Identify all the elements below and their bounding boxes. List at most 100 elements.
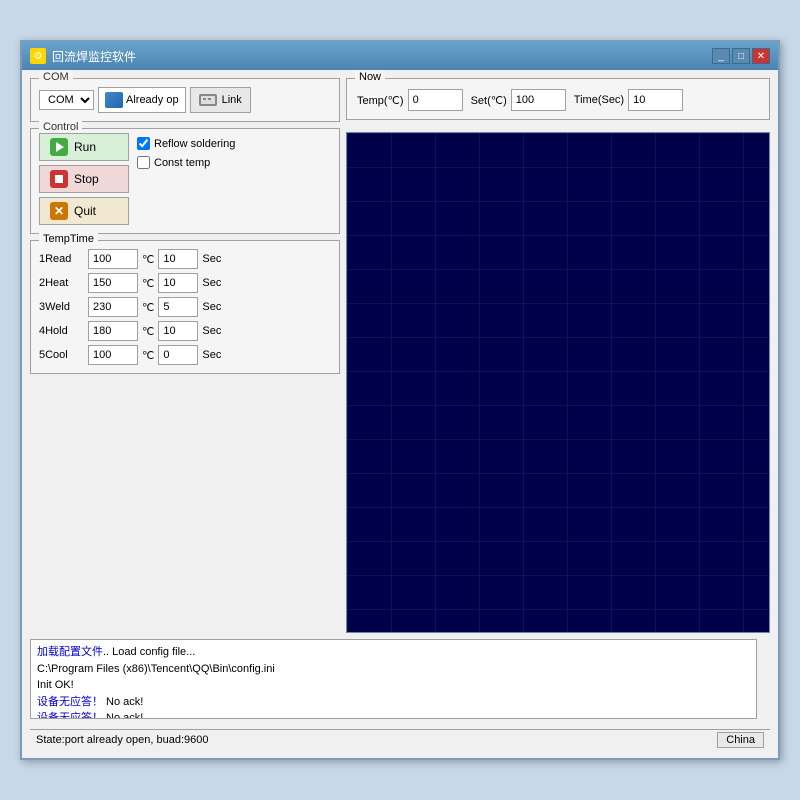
status-text: State:port already open, buad:9600 bbox=[36, 734, 208, 746]
title-bar: ⚙ 回流焊监控软件 _ □ ✕ bbox=[22, 42, 778, 70]
log-line: 设备无应答！ No ack! bbox=[37, 710, 763, 719]
const-checkbox[interactable] bbox=[137, 156, 150, 169]
temp-row-input-5[interactable] bbox=[88, 345, 138, 365]
temp-row-3: 3Weld ℃ Sec bbox=[39, 297, 331, 317]
control-buttons: Run Stop ✕ Quit bbox=[39, 133, 129, 225]
maximize-button[interactable]: □ bbox=[732, 48, 750, 64]
stop-label: Stop bbox=[74, 172, 99, 186]
set-field-label: Set(℃) bbox=[471, 94, 507, 107]
log-line: 加载配置文件.. Load config file... bbox=[37, 644, 763, 661]
close-button[interactable]: ✕ bbox=[752, 48, 770, 64]
temp-row-4: 4Hold ℃ Sec bbox=[39, 321, 331, 341]
window-title: 回流焊监控软件 bbox=[52, 48, 136, 65]
control-group-label: Control bbox=[39, 121, 82, 133]
sec-row-input-2[interactable] bbox=[158, 273, 198, 293]
sec-row-input-4[interactable] bbox=[158, 321, 198, 341]
already-label: Already op bbox=[126, 94, 179, 106]
log-container: 加载配置文件.. Load config file...C:\Program F… bbox=[30, 639, 770, 719]
link-icon bbox=[199, 92, 219, 108]
sec-row-input-5[interactable] bbox=[158, 345, 198, 365]
control-layout: Run Stop ✕ Quit bbox=[39, 133, 331, 225]
time-field-label: Time(Sec) bbox=[574, 94, 624, 106]
temp-rows: 1Read ℃ Sec 2Heat ℃ Sec 3Weld ℃ Sec 4Hol… bbox=[39, 249, 331, 365]
reflow-checkbox[interactable] bbox=[137, 137, 150, 150]
com-row: COM1 COM2 COM3 Already op bbox=[39, 87, 331, 113]
sec-unit-4: Sec bbox=[202, 325, 221, 337]
run-icon bbox=[50, 138, 68, 156]
log-line: Init OK! bbox=[37, 677, 763, 694]
now-row: Temp(℃) Set(℃) Time(Sec) bbox=[357, 89, 759, 111]
right-panel: Now Temp(℃) Set(℃) Time(Sec) bbox=[346, 78, 770, 633]
temp-row-2: 2Heat ℃ Sec bbox=[39, 273, 331, 293]
temp-row-label-5: 5Cool bbox=[39, 349, 84, 361]
com-select[interactable]: COM1 COM2 COM3 bbox=[39, 90, 94, 110]
main-layout: COM COM1 COM2 COM3 Already op bbox=[30, 78, 770, 633]
quit-button[interactable]: ✕ Quit bbox=[39, 197, 129, 225]
china-button[interactable]: China bbox=[717, 732, 764, 748]
stop-button[interactable]: Stop bbox=[39, 165, 129, 193]
left-panel: COM COM1 COM2 COM3 Already op bbox=[30, 78, 340, 633]
status-bar: State:port already open, buad:9600 China bbox=[30, 729, 770, 750]
sec-unit-5: Sec bbox=[202, 349, 221, 361]
temp-unit-4: ℃ bbox=[142, 325, 154, 338]
now-group-label: Now bbox=[355, 71, 385, 83]
minimize-button[interactable]: _ bbox=[712, 48, 730, 64]
temp-time-group-label: TempTime bbox=[39, 233, 98, 245]
sec-unit-1: Sec bbox=[202, 253, 221, 265]
temp-unit-3: ℃ bbox=[142, 301, 154, 314]
chart-grid bbox=[347, 133, 769, 632]
temp-row-input-4[interactable] bbox=[88, 321, 138, 341]
temp-row-1: 1Read ℃ Sec bbox=[39, 249, 331, 269]
main-window: ⚙ 回流焊监控软件 _ □ ✕ COM COM1 COM2 COM3 bbox=[20, 40, 780, 760]
reflow-checkbox-row[interactable]: Reflow soldering bbox=[137, 137, 235, 150]
stop-square-icon bbox=[55, 175, 63, 183]
reflow-label: Reflow soldering bbox=[154, 138, 235, 150]
temp-input[interactable] bbox=[408, 89, 463, 111]
temp-unit-5: ℃ bbox=[142, 349, 154, 362]
sec-row-input-3[interactable] bbox=[158, 297, 198, 317]
temp-row-label-2: 2Heat bbox=[39, 277, 84, 289]
temp-row-label-4: 4Hold bbox=[39, 325, 84, 337]
temp-row-input-3[interactable] bbox=[88, 297, 138, 317]
temp-row-input-2[interactable] bbox=[88, 273, 138, 293]
time-input[interactable] bbox=[628, 89, 683, 111]
temp-field: Temp(℃) bbox=[357, 89, 463, 111]
temp-unit-1: ℃ bbox=[142, 253, 154, 266]
title-bar-title: ⚙ 回流焊监控软件 bbox=[30, 48, 136, 65]
log-scrollbar[interactable] bbox=[756, 639, 770, 719]
temp-time-group: TempTime 1Read ℃ Sec 2Heat ℃ Sec 3Weld ℃… bbox=[30, 240, 340, 374]
run-triangle-icon bbox=[56, 142, 64, 152]
temp-row-5: 5Cool ℃ Sec bbox=[39, 345, 331, 365]
already-button[interactable]: Already op bbox=[98, 87, 186, 113]
chart-area: 500℃ bbox=[346, 132, 770, 633]
sec-unit-3: Sec bbox=[202, 301, 221, 313]
link-label: Link bbox=[222, 94, 242, 106]
quit-label: Quit bbox=[74, 204, 96, 218]
log-line: 设备无应答！ No ack! bbox=[37, 694, 763, 711]
main-content: COM COM1 COM2 COM3 Already op bbox=[22, 70, 778, 758]
temp-unit-2: ℃ bbox=[142, 277, 154, 290]
sec-unit-2: Sec bbox=[202, 277, 221, 289]
link-button[interactable]: Link bbox=[190, 87, 251, 113]
sec-row-input-1[interactable] bbox=[158, 249, 198, 269]
const-checkbox-row[interactable]: Const temp bbox=[137, 156, 235, 169]
com-group: COM COM1 COM2 COM3 Already op bbox=[30, 78, 340, 122]
log-area: 加载配置文件.. Load config file...C:\Program F… bbox=[30, 639, 770, 719]
log-line: C:\Program Files (x86)\Tencent\QQ\Bin\co… bbox=[37, 661, 763, 678]
quit-icon: ✕ bbox=[50, 202, 68, 220]
now-group: Now Temp(℃) Set(℃) Time(Sec) bbox=[346, 78, 770, 120]
run-label: Run bbox=[74, 140, 96, 154]
app-icon: ⚙ bbox=[30, 48, 46, 64]
set-input[interactable] bbox=[511, 89, 566, 111]
already-icon bbox=[105, 92, 123, 108]
com-group-label: COM bbox=[39, 71, 73, 83]
title-controls: _ □ ✕ bbox=[712, 48, 770, 64]
temp-row-label-3: 3Weld bbox=[39, 301, 84, 313]
stop-icon bbox=[50, 170, 68, 188]
checkboxes: Reflow soldering Const temp bbox=[137, 133, 235, 225]
run-button[interactable]: Run bbox=[39, 133, 129, 161]
temp-row-input-1[interactable] bbox=[88, 249, 138, 269]
temp-row-label-1: 1Read bbox=[39, 253, 84, 265]
control-group: Control Run bbox=[30, 128, 340, 234]
time-field: Time(Sec) bbox=[574, 89, 683, 111]
